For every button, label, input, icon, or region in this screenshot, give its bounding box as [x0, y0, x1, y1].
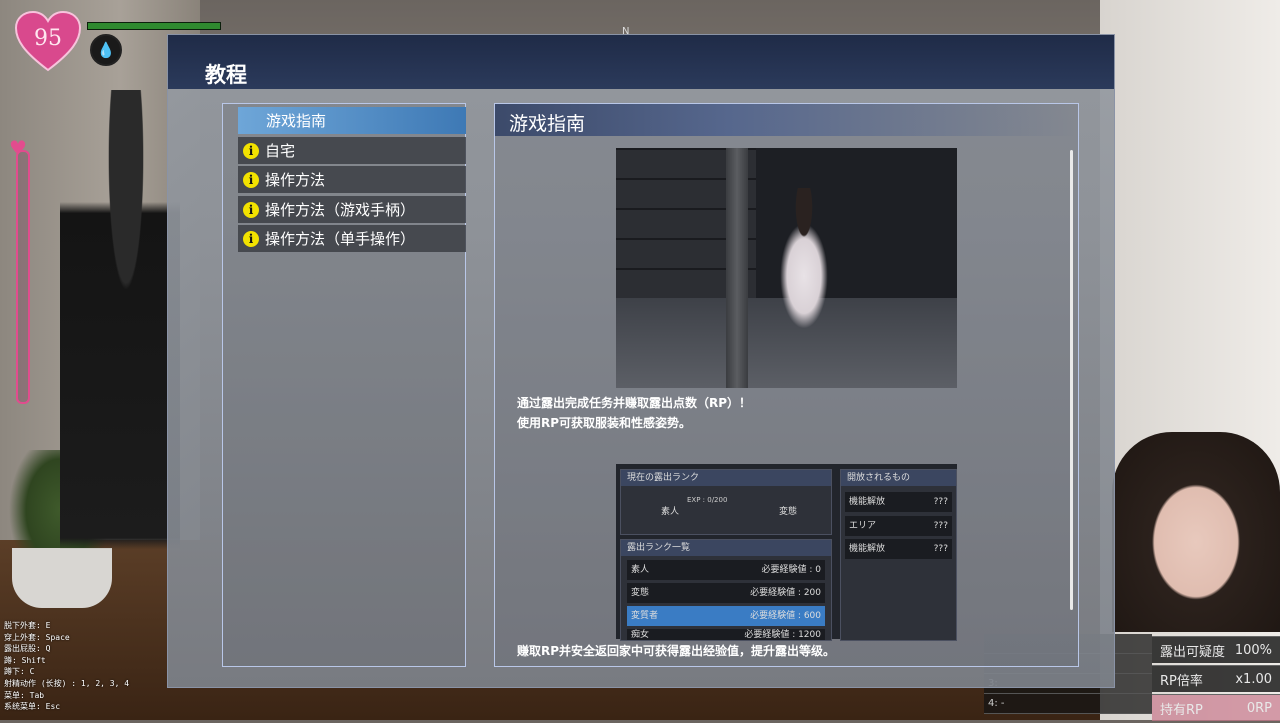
- rank-req: 必要経験値 : 1200: [744, 630, 821, 640]
- tutorial-screenshot: [616, 148, 957, 388]
- content-title: 游戏指南: [509, 113, 586, 135]
- toc-item-controls[interactable]: i 操作方法: [238, 166, 466, 193]
- unlock-value: ???: [933, 497, 948, 507]
- rank-name: 痴女: [631, 630, 650, 640]
- unlock-row: エリア ???: [845, 516, 952, 536]
- current-rank-box: 現在の露出ランク EXP : 0/200 素人 変態: [620, 469, 832, 535]
- info-icon: i: [243, 201, 259, 218]
- rank-row: 変質者 必要経験値 : 600: [627, 606, 825, 626]
- rank-row: 痴女 必要経験値 : 1200: [627, 629, 825, 640]
- unlock-row: 機能解放 ???: [845, 492, 952, 512]
- key-hint: 系统菜单: Esc: [4, 702, 61, 712]
- rank-name: 変質者: [631, 611, 659, 621]
- rank-req: 必要経験値 : 0: [761, 565, 821, 575]
- key-hint: 蹲: Shift: [4, 655, 46, 665]
- tutorial-list: 游戏指南 i 自宅 i 操作方法 i 操作方法（游戏手柄） i 操作方法（单手操…: [222, 103, 466, 667]
- rank-req: 必要経験値 : 600: [750, 611, 821, 621]
- rank-screenshot: 現在の露出ランク EXP : 0/200 素人 変態 露出ランク一覧 素人 必要…: [616, 464, 957, 641]
- toc-item-controls-gamepad[interactable]: i 操作方法（游戏手柄）: [238, 196, 466, 223]
- heart-value: 95: [34, 26, 62, 51]
- key-hint: 穿上外套: Space: [4, 632, 70, 642]
- stat-rp-multiplier: RP倍率 x1.00: [1152, 665, 1280, 692]
- health-bar-fill: [88, 23, 220, 29]
- character-portrait: [1112, 432, 1280, 632]
- rank-row: 変態 必要経験値 : 200: [627, 583, 825, 603]
- rank-list-header: 露出ランク一覧: [621, 540, 831, 556]
- unlock-name: 機能解放: [849, 497, 886, 507]
- health-bar: [87, 22, 221, 30]
- unlock-box: 開放されるもの 機能解放 ??? エリア ??? 機能解放 ???: [840, 469, 957, 641]
- screenshot-pipe: [726, 148, 748, 388]
- toc-item-label: 游戏指南: [266, 112, 327, 130]
- unlock-value: ???: [933, 521, 948, 531]
- content-footer: 赚取RP并安全返回家中可获得露出经验值，提升露出等级。: [517, 644, 836, 658]
- content-scrollbar[interactable]: [1070, 150, 1073, 610]
- rank-name: 素人: [631, 565, 650, 575]
- toc-item-home[interactable]: i 自宅: [238, 137, 466, 164]
- rank-row: 素人 必要経験値 : 0: [627, 560, 825, 580]
- toc-item-label: 操作方法（单手操作）: [265, 230, 416, 248]
- rank-req: 必要経験値 : 200: [750, 588, 821, 598]
- panel-header: [168, 35, 1114, 89]
- content-description: 通过露出完成任务并赚取露出点数（RP）！ 使用RP可获取服装和性感姿势。: [517, 393, 751, 433]
- toc-item-label: 操作方法（游戏手柄）: [265, 201, 416, 219]
- stat-value: 100%: [1234, 642, 1272, 658]
- unlock-name: 機能解放: [849, 544, 886, 554]
- screenshot-figure: [764, 188, 844, 348]
- rank-from: 素人: [661, 507, 680, 517]
- rank-exp: EXP : 0/200: [687, 496, 728, 504]
- rank-list-box: 露出ランク一覧 素人 必要経験値 : 0 変態 必要経験値 : 200 変質者 …: [620, 539, 832, 641]
- water-drop-icon: 💧: [90, 34, 122, 66]
- tutorial-content: 游戏指南 通过露出完成任务并赚取露出点数（RP）！ 使用RP可获取服装和性感姿势…: [494, 103, 1079, 667]
- stat-held-rp: 持有RP 0RP: [1152, 694, 1280, 721]
- info-icon: i: [243, 230, 259, 247]
- key-hint: 蹲下: C: [4, 667, 35, 677]
- key-hints: 脱下外套: E 穿上外套: Space 露出屁股: Q 蹲: Shift 蹲下:…: [4, 620, 129, 713]
- info-icon: i: [243, 171, 259, 188]
- stat-label: 露出可疑度: [1160, 644, 1226, 660]
- item-slot: 4: -: [984, 694, 1152, 714]
- description-line: 使用RP可获取服装和性感姿势。: [517, 416, 692, 430]
- tutorial-panel: 教程 游戏指南 i 自宅 i 操作方法 i 操作方法（游戏手柄） i 操作方法（…: [167, 34, 1115, 688]
- rank-to: 変態: [779, 507, 798, 517]
- current-rank-header: 現在の露出ランク: [621, 470, 831, 486]
- info-icon: i: [243, 142, 259, 159]
- stat-suspicion: 露出可疑度 100%: [1152, 636, 1280, 663]
- unlock-header: 開放されるもの: [841, 470, 956, 486]
- unlock-row: 機能解放 ???: [845, 539, 952, 559]
- stat-value: x1.00: [1235, 671, 1272, 687]
- stat-label: RP倍率: [1160, 673, 1203, 689]
- panel-title: 教程: [205, 63, 247, 87]
- stats-panel: 露出可疑度 100% RP倍率 x1.00 持有RP 0RP: [1152, 636, 1280, 723]
- toc-item-label: 自宅: [265, 142, 296, 160]
- arousal-gauge: [16, 150, 30, 404]
- key-hint: 露出屁股: Q: [4, 644, 51, 654]
- stat-label: 持有RP: [1160, 702, 1203, 718]
- rank-name: 変態: [631, 588, 650, 598]
- stat-value: 0RP: [1246, 700, 1272, 716]
- toc-item-controls-one-hand[interactable]: i 操作方法（单手操作）: [238, 225, 466, 252]
- key-hint: 菜单: Tab: [4, 690, 45, 700]
- unlock-value: ???: [933, 544, 948, 554]
- toc-item-label: 操作方法: [265, 171, 326, 189]
- player-character: [60, 90, 180, 650]
- description-line: 通过露出完成任务并赚取露出点数（RP）！: [517, 396, 752, 410]
- key-hint: 射精动作 (长按) : 1, 2, 3, 4: [4, 678, 130, 688]
- unlock-name: エリア: [849, 521, 877, 531]
- key-hint: 脱下外套: E: [4, 621, 51, 630]
- toc-item-game-guide[interactable]: 游戏指南: [238, 107, 466, 134]
